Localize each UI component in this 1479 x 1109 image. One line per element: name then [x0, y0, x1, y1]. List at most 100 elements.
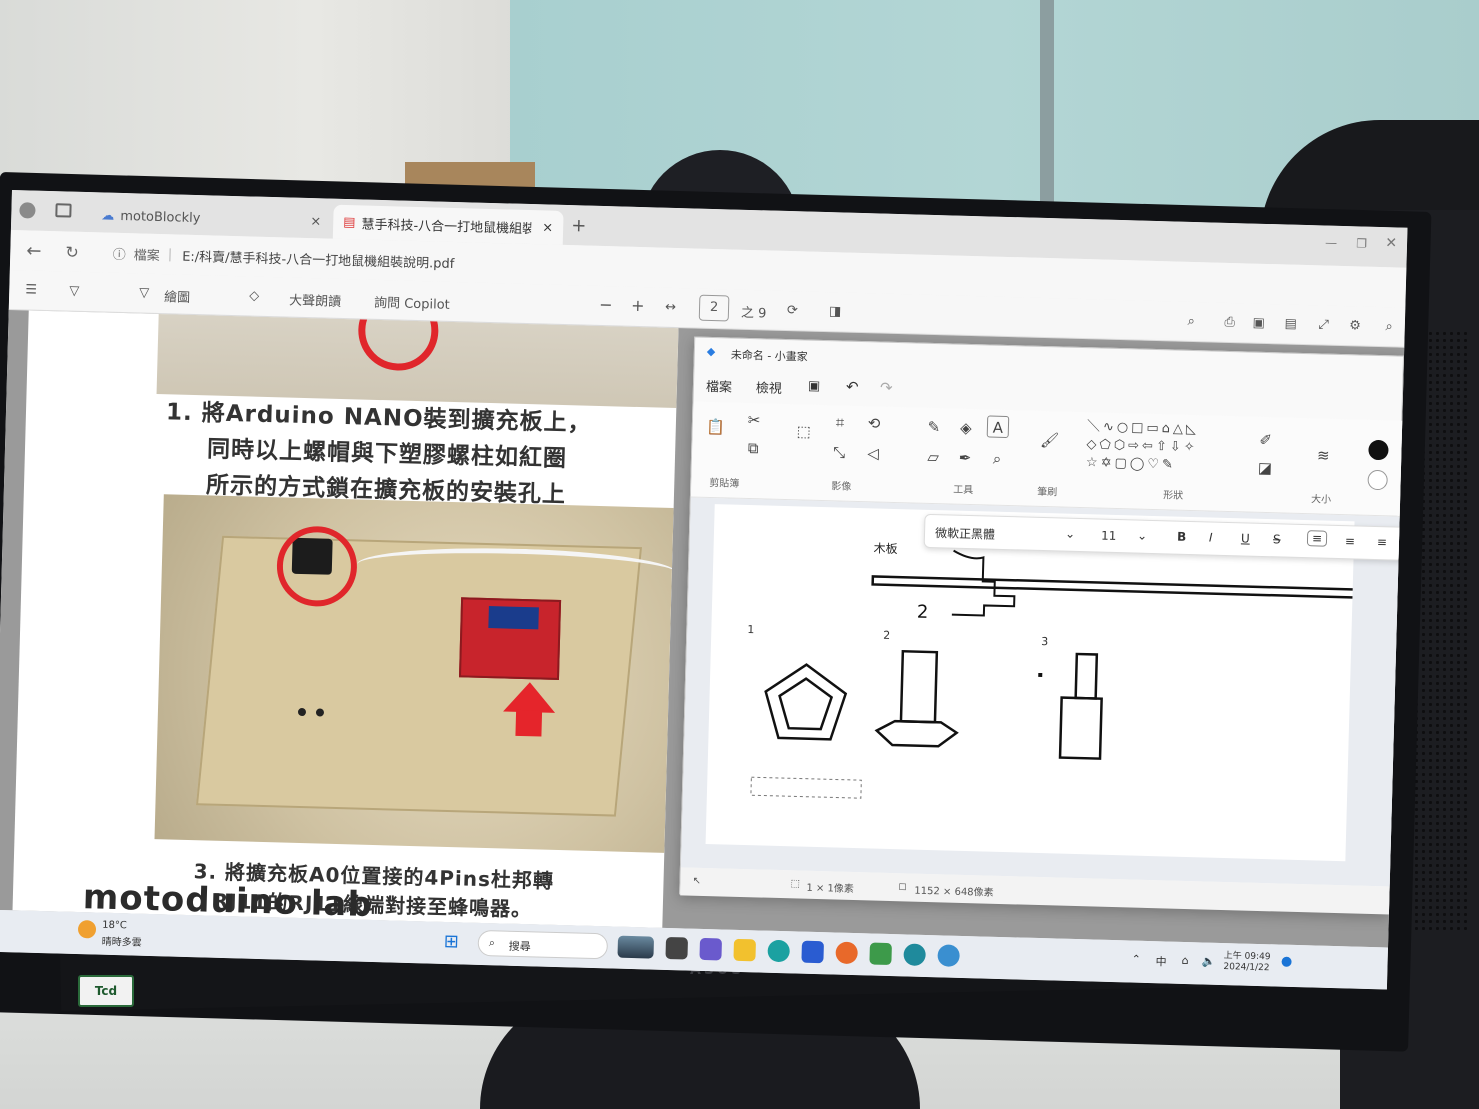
save-icon[interactable]: ▣: [1252, 316, 1265, 331]
edge-icon[interactable]: [767, 939, 790, 963]
outline-icon[interactable]: ✐: [1254, 429, 1277, 452]
workspaces-icon[interactable]: [55, 203, 72, 218]
firefox-icon[interactable]: [835, 941, 858, 965]
peg-bottom: [1058, 696, 1103, 760]
profile-icon[interactable]: [19, 202, 36, 219]
cut-icon[interactable]: ✂: [743, 409, 766, 432]
teams-icon[interactable]: [699, 937, 723, 961]
brush-icon[interactable]: 🖌: [1038, 429, 1061, 452]
strikethrough-icon[interactable]: S: [1273, 532, 1281, 546]
weather-temp[interactable]: 18°C: [102, 920, 127, 932]
chevron-down-icon[interactable]: ⌄: [1065, 527, 1075, 541]
italic-icon[interactable]: I: [1209, 531, 1213, 545]
menu-file[interactable]: 檔案: [706, 376, 733, 396]
crop-icon[interactable]: ⌗: [829, 411, 852, 434]
search-icon[interactable]: ⌕: [1385, 319, 1393, 334]
zoom-in-button[interactable]: +: [631, 296, 645, 315]
chevron-down-icon[interactable]: ⌄: [1137, 529, 1147, 543]
fill-icon[interactable]: ◈: [955, 417, 978, 440]
shape-fill-icon[interactable]: ◪: [1254, 457, 1277, 480]
draw-label[interactable]: 繪圖: [164, 286, 191, 306]
refresh-icon[interactable]: ↻: [65, 242, 79, 261]
tab-close-icon[interactable]: ×: [542, 220, 553, 235]
tab-close-icon[interactable]: ×: [310, 214, 321, 229]
minimize-button[interactable]: —: [1325, 236, 1337, 250]
flip-icon[interactable]: ◁: [862, 442, 885, 465]
undo-icon[interactable]: ↶: [846, 378, 859, 396]
contents-icon[interactable]: ☰: [25, 282, 37, 297]
rotate-image-icon[interactable]: ⟲: [863, 412, 886, 435]
widgets-icon[interactable]: [617, 935, 655, 959]
menu-view[interactable]: 檢視: [756, 377, 783, 397]
app-icon[interactable]: [869, 942, 892, 966]
redo-icon[interactable]: ↷: [880, 379, 893, 397]
size-icon[interactable]: ≋: [1312, 444, 1335, 467]
print-icon[interactable]: ⎙: [1224, 315, 1235, 330]
chevron-up-icon[interactable]: ⌃: [1131, 953, 1141, 966]
text-tool-icon[interactable]: A: [986, 415, 1010, 439]
draw-icon[interactable]: ▽: [139, 285, 149, 300]
color-picker-icon[interactable]: ✒: [954, 447, 977, 470]
info-icon[interactable]: ⓘ: [113, 243, 127, 262]
underline-icon[interactable]: U: [1241, 531, 1250, 545]
color2-swatch[interactable]: [1367, 469, 1388, 491]
zoom-out-button[interactable]: −: [599, 295, 613, 314]
group-tools: 工具: [953, 484, 974, 497]
windows-start-icon[interactable]: ⊞: [444, 931, 460, 952]
back-icon[interactable]: ←: [26, 240, 42, 261]
volume-icon[interactable]: 🔈: [1201, 954, 1215, 967]
save-icon[interactable]: ▣: [808, 379, 821, 394]
search-box[interactable]: ⌕ 搜尋: [477, 929, 609, 960]
network-icon[interactable]: ⌂: [1181, 954, 1188, 967]
fullscreen-icon[interactable]: ⤢: [1318, 317, 1329, 332]
magnifier-icon[interactable]: ⌕: [986, 447, 1009, 470]
paste-icon[interactable]: 📋: [705, 416, 728, 439]
task-view-icon[interactable]: [665, 936, 689, 960]
notification-icon[interactable]: [1281, 956, 1292, 967]
resize-icon[interactable]: ⤡: [828, 441, 851, 464]
pencil-icon[interactable]: ✎: [923, 416, 946, 439]
highlight-icon[interactable]: ▽: [69, 284, 79, 299]
search-label: 搜尋: [508, 939, 531, 954]
copy-icon[interactable]: ⧉: [742, 437, 765, 460]
font-select[interactable]: 微軟正黑體: [935, 524, 995, 543]
search-icon: ⌕: [488, 936, 496, 950]
weather-icon[interactable]: [77, 920, 97, 939]
address-input[interactable]: E:/科賣/慧手科技-八合一打地鼠機組裝說明.pdf: [182, 245, 455, 271]
paint-icon[interactable]: [937, 944, 960, 967]
page-view-icon[interactable]: ◨: [829, 304, 842, 319]
align-left-icon[interactable]: ≡: [1306, 530, 1328, 547]
canvas-size-icon: ◻: [898, 881, 907, 893]
eraser-icon[interactable]: ▱: [922, 446, 945, 469]
font-size-select[interactable]: 11: [1101, 529, 1117, 543]
weather-desc[interactable]: 晴時多雲: [102, 933, 142, 949]
settings-icon[interactable]: ⚙: [1349, 318, 1361, 333]
eraser-icon[interactable]: ◇: [249, 288, 259, 303]
shapes-gallery[interactable]: ＼∿○□▭⌂△◺ ◇⬠⬡⇨⇦⇧⇩✧ ☆✡▢◯♡✎: [1086, 418, 1237, 476]
clock-date[interactable]: 2024/1/22: [1223, 962, 1269, 973]
arduino-icon[interactable]: [903, 943, 926, 966]
ask-copilot-button[interactable]: 詢問 Copilot: [374, 292, 450, 313]
group-image: 影像: [831, 481, 852, 493]
store-icon[interactable]: [801, 940, 824, 964]
select-icon[interactable]: ⬚: [792, 420, 815, 443]
align-right-icon[interactable]: ≡: [1377, 535, 1387, 549]
rotate-icon[interactable]: ⟳: [787, 303, 798, 318]
save-as-icon[interactable]: ▤: [1284, 316, 1297, 331]
fit-page-icon[interactable]: ↔: [665, 300, 676, 315]
file-explorer-icon[interactable]: [733, 938, 757, 962]
close-button[interactable]: ✕: [1385, 235, 1397, 251]
ime-indicator[interactable]: 中: [1155, 953, 1166, 969]
read-aloud-button[interactable]: 大聲朗讀: [289, 290, 342, 310]
bold-icon[interactable]: B: [1177, 530, 1187, 544]
canvas-size: 1152 × 648像素: [914, 885, 994, 899]
clock-time[interactable]: 上午 09:49: [1224, 948, 1271, 962]
maximize-button[interactable]: ❐: [1356, 236, 1367, 250]
text-box-selection[interactable]: [750, 776, 862, 799]
pdf-search-icon[interactable]: ⌕: [1187, 314, 1195, 329]
color1-swatch[interactable]: [1368, 439, 1389, 461]
align-center-icon[interactable]: ≡: [1345, 534, 1355, 548]
page-number-input[interactable]: 2: [698, 294, 730, 322]
new-tab-button[interactable]: +: [571, 215, 587, 236]
drawing-canvas[interactable]: 木板 2 1 2 3 微軟正黑體 ⌄ 11 ⌄ B I U S ≡ ≡ ≡: [705, 504, 1408, 862]
